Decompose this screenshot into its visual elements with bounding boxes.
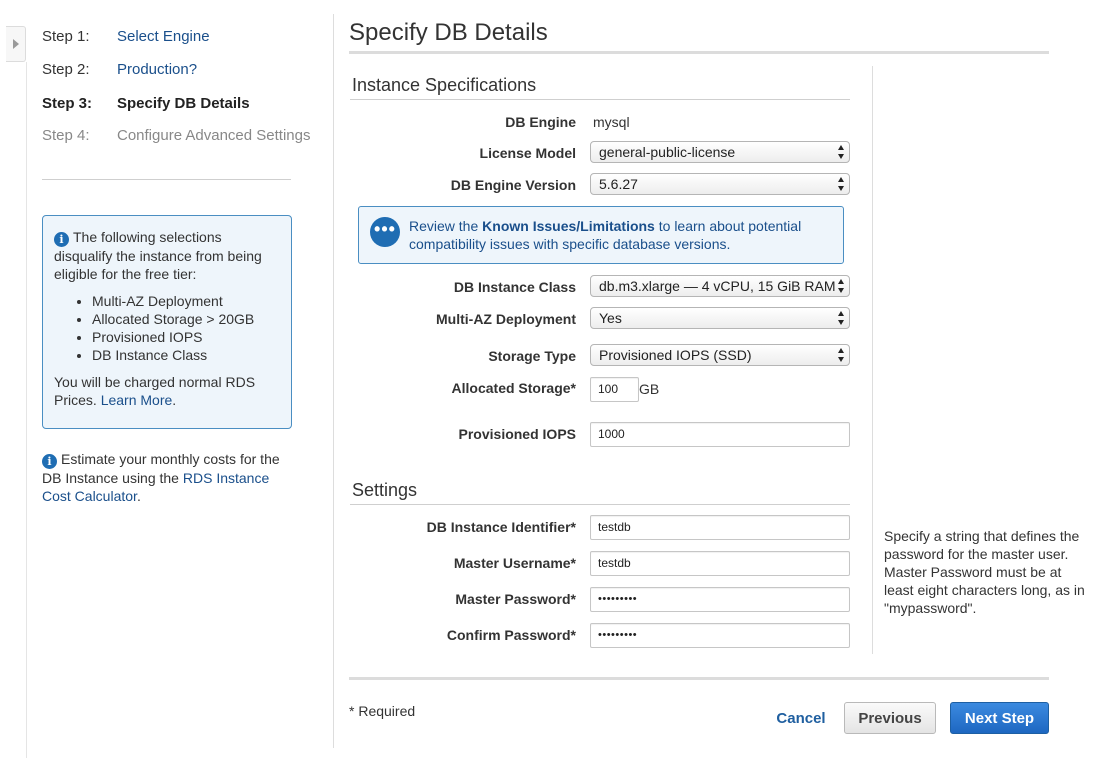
- confirm-password-input[interactable]: •••••••••: [590, 623, 850, 648]
- list-item: Provisioned IOPS: [92, 328, 279, 346]
- provisioned-iops-label: Provisioned IOPS: [458, 426, 576, 442]
- list-item: DB Instance Class: [92, 346, 279, 364]
- period: .: [136, 488, 141, 504]
- list-item: Multi-AZ Deployment: [92, 292, 279, 310]
- chat-bubble-icon: •••: [370, 217, 400, 247]
- storage-type-select[interactable]: Provisioned IOPS (SSD): [590, 344, 850, 366]
- previous-button[interactable]: Previous: [844, 702, 936, 734]
- panel-edge-divider: [26, 62, 27, 758]
- engine-version-label: DB Engine Version: [450, 177, 576, 193]
- step-number: Step 2:: [42, 60, 90, 78]
- free-tier-notice: i The following selections disqualify the…: [42, 215, 292, 429]
- step-label[interactable]: Select Engine: [117, 28, 210, 45]
- help-column-divider: [872, 66, 873, 654]
- step-number: Step 3:: [42, 94, 93, 112]
- license-model-label: License Model: [479, 145, 576, 161]
- select-arrows-icon: [837, 145, 845, 159]
- selected-value: Yes: [599, 310, 622, 326]
- multi-az-select[interactable]: Yes: [590, 307, 850, 329]
- learn-more-link[interactable]: Learn More: [101, 392, 173, 408]
- engine-version-select[interactable]: 5.6.27: [590, 173, 850, 195]
- known-issues-link[interactable]: Known Issues/Limitations: [482, 218, 655, 234]
- step-number: Step 4:: [42, 126, 90, 144]
- step-label: Configure Advanced Settings: [117, 126, 311, 144]
- section-divider: [350, 99, 850, 100]
- selected-value: db.m3.xlarge — 4 vCPU, 15 GiB RAM: [599, 278, 836, 294]
- known-issues-text: Review the Known Issues/Limitations to l…: [409, 217, 839, 253]
- cancel-button[interactable]: Cancel: [768, 702, 834, 734]
- storage-unit: GB: [639, 381, 660, 397]
- selected-value: general-public-license: [599, 144, 736, 160]
- instance-identifier-input[interactable]: testdb: [590, 515, 850, 540]
- next-step-button[interactable]: Next Step: [950, 702, 1049, 734]
- collapse-panel-tab[interactable]: [6, 26, 26, 62]
- db-engine-label: DB Engine: [505, 114, 576, 130]
- title-divider: [349, 51, 1049, 54]
- wizard-step-1[interactable]: Step 1: Select Engine: [42, 26, 210, 46]
- known-issues-prefix: Review the: [409, 218, 479, 234]
- sidebar-divider: [333, 14, 334, 748]
- allocated-storage-input[interactable]: 100: [590, 377, 639, 402]
- footer-divider: [349, 677, 1049, 680]
- select-arrows-icon: [837, 348, 845, 362]
- selected-value: 5.6.27: [599, 176, 638, 192]
- select-arrows-icon: [837, 311, 845, 325]
- section-divider: [350, 504, 850, 505]
- master-username-label: Master Username*: [453, 555, 576, 571]
- page-title: Specify DB Details: [349, 19, 548, 46]
- steps-divider: [42, 179, 291, 180]
- free-tier-footer: You will be charged normal RDS Prices. L…: [54, 373, 279, 409]
- instance-class-select[interactable]: db.m3.xlarge — 4 vCPU, 15 GiB RAM: [590, 275, 850, 297]
- free-tier-text: The following selections disqualify the …: [54, 229, 262, 282]
- wizard-step-4: Step 4: Configure Advanced Settings: [42, 125, 310, 145]
- license-model-select[interactable]: general-public-license: [590, 141, 850, 163]
- disqualifier-list: Multi-AZ Deployment Allocated Storage > …: [54, 292, 279, 364]
- wizard-step-3: Step 3: Specify DB Details: [42, 93, 250, 113]
- step-label: Specify DB Details: [117, 94, 250, 112]
- free-tier-intro: i The following selections disqualify the…: [54, 228, 279, 283]
- required-note: * Required: [349, 703, 416, 719]
- step-number: Step 1:: [42, 27, 90, 45]
- wizard-step-2[interactable]: Step 2: Production?: [42, 59, 197, 79]
- instance-specs-heading: Instance Specifications: [352, 75, 537, 95]
- info-icon: i: [54, 232, 69, 247]
- cost-estimate-note: i Estimate your monthly costs for the DB …: [42, 450, 292, 505]
- instance-identifier-label: DB Instance Identifier*: [426, 519, 576, 535]
- master-username-input[interactable]: testdb: [590, 551, 850, 576]
- storage-type-label: Storage Type: [488, 348, 576, 364]
- selected-value: Provisioned IOPS (SSD): [599, 347, 752, 363]
- password-help-text: Specify a string that defines the passwo…: [884, 528, 1085, 616]
- period: .: [172, 392, 177, 408]
- instance-class-label: DB Instance Class: [453, 279, 576, 295]
- allocated-storage-label: Allocated Storage*: [451, 380, 576, 396]
- list-item: Allocated Storage > 20GB: [92, 310, 279, 328]
- settings-heading: Settings: [352, 480, 418, 500]
- select-arrows-icon: [837, 279, 845, 293]
- master-password-label: Master Password*: [455, 591, 576, 607]
- select-arrows-icon: [837, 177, 845, 191]
- master-password-input[interactable]: •••••••••: [590, 587, 850, 612]
- info-icon: i: [42, 454, 57, 469]
- chevron-right-icon: [12, 39, 19, 49]
- confirm-password-label: Confirm Password*: [446, 627, 576, 643]
- multi-az-label: Multi-AZ Deployment: [436, 311, 576, 327]
- step-label[interactable]: Production?: [117, 61, 197, 78]
- provisioned-iops-input[interactable]: 1000: [590, 422, 850, 447]
- db-engine-value: mysql: [593, 114, 630, 130]
